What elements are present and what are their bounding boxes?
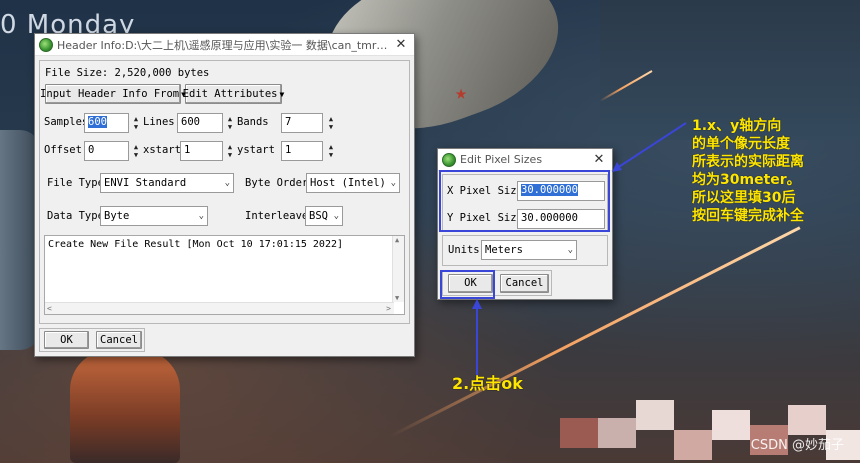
ok-highlight-box [440,270,495,299]
mosaic-block [598,418,636,448]
header-info-titlebar[interactable]: Header Info:D:\大二上机\遥感原理与应用\实验一 数据\can_t… [35,34,414,56]
close-icon[interactable]: ✕ [590,151,608,169]
ystart-label: ystart [237,144,275,156]
mosaic-block [788,405,826,435]
mosaic-block [674,430,712,460]
click-ok-note: 2.点击ok [452,374,523,393]
header-ok-button[interactable]: OK [44,331,89,349]
interleave-label: Interleave [245,210,309,222]
byte-order-label: Byte Order [245,177,309,189]
input-header-info-label: Input Header Info From [40,88,180,100]
mosaic-block [712,410,750,440]
header-cancel-button[interactable]: Cancel [96,331,142,349]
watermark: CSDN @妙茄子 [750,438,844,453]
samples-label: Samples [44,116,89,128]
ystart-spinner[interactable]: ▲ ▼ [325,141,337,161]
bands-spinner[interactable]: ▲ ▼ [325,113,337,133]
lines-label: Lines [143,116,175,128]
xstart-input[interactable]: 1 [180,141,223,161]
samples-value: 600 [88,116,107,128]
triangle-down-icon: ▼ [279,89,285,99]
ystart-input[interactable]: 1 [281,141,323,161]
byte-order-value: Host (Intel) [310,177,386,189]
chevron-down-icon: ⌄ [333,211,339,221]
scroll-right-icon[interactable]: > [386,304,391,313]
interleave-select[interactable]: BSQ ⌄ [305,206,343,226]
header-info-title: Header Info:D:\大二上机\遥感原理与应用\实验一 数据\can_t… [57,38,392,52]
chevron-down-icon: ⌄ [198,211,204,221]
close-icon[interactable]: ✕ [392,36,410,54]
lines-spinner[interactable]: ▲ ▼ [224,113,236,133]
interleave-value: BSQ [309,210,328,222]
pixel-size-note-line6: 按回车键完成补全 [692,208,804,224]
chevron-down-icon: ⌄ [224,178,230,188]
scroll-down-icon[interactable]: ▼ [395,294,399,302]
header-info-button-bar: OK Cancel [39,328,145,352]
xstart-label: xstart [143,144,181,156]
units-row: Units Meters ⌄ [442,235,608,266]
pixel-size-note-line4: 均为30meter。 [692,172,801,188]
samples-spinner[interactable]: ▲ ▼ [130,113,142,133]
samples-input[interactable]: 600 [84,113,129,133]
file-type-select[interactable]: ENVI Standard ⌄ [100,173,234,193]
units-label: Units [448,244,480,256]
data-type-label: Data Type [47,210,104,222]
chevron-down-icon: ⌄ [567,245,573,255]
header-info-body: File Size: 2,520,000 bytes Input Header … [39,60,410,324]
edit-attributes-button[interactable]: Edit Attributes ▼ [182,84,285,104]
pixel-size-note-line3: 所表示的实际距离 [692,154,804,170]
pixel-sizes-title: Edit Pixel Sizes [460,153,543,166]
horizontal-scrollbar[interactable]: < > [45,302,394,314]
scroll-up-icon[interactable]: ▲ [395,236,399,244]
input-header-info-button[interactable]: Input Header Info From ▼ [40,84,186,104]
file-type-value: ENVI Standard [104,177,187,189]
envi-app-icon [442,152,456,167]
file-type-label: File Type [47,177,104,189]
pixel-size-note-line5: 所以这里填30后 [692,190,796,206]
pixel-size-highlight-box [439,170,610,232]
star-icon: ★ [455,80,468,104]
pixel-sizes-titlebar[interactable]: Edit Pixel Sizes ✕ [438,149,612,171]
envi-app-icon [39,37,53,52]
header-info-dialog: Header Info:D:\大二上机\遥感原理与应用\实验一 数据\can_t… [34,33,415,357]
units-value: Meters [485,244,523,256]
bands-label: Bands [237,116,269,128]
offset-spinner[interactable]: ▲ ▼ [130,141,142,161]
description-textarea[interactable]: Create New File Result [Mon Oct 10 17:01… [44,235,405,315]
units-select[interactable]: Meters ⌄ [481,240,577,260]
mosaic-block [636,400,674,430]
scroll-left-icon[interactable]: < [47,304,52,313]
data-type-select[interactable]: Byte ⌄ [100,206,208,226]
mosaic-block [560,418,598,448]
xstart-spinner[interactable]: ▲ ▼ [224,141,236,161]
wallpaper-figure [70,350,180,463]
bands-input[interactable]: 7 [281,113,323,133]
pixel-size-note: 1.x、y轴方向 的单个像元长度 所表示的实际距离 均为30meter。 所以这… [692,117,804,225]
data-type-value: Byte [104,210,130,222]
edit-attributes-label: Edit Attributes [182,88,278,100]
offset-input[interactable]: 0 [84,141,129,161]
byte-order-select[interactable]: Host (Intel) ⌄ [306,173,400,193]
chevron-down-icon: ⌄ [390,178,396,188]
pixel-size-note-line2: 的单个像元长度 [692,136,790,152]
offset-label: Offset [44,144,82,156]
pixel-cancel-button[interactable]: Cancel [500,274,549,293]
file-size-text: File Size: 2,520,000 bytes [45,67,210,79]
pixel-size-note-line1: 1.x、y轴方向 [692,118,782,134]
vertical-scrollbar[interactable]: ▲ ▼ [392,236,404,302]
description-text: Create New File Result [Mon Oct 10 17:01… [48,239,344,250]
lines-input[interactable]: 600 [177,113,223,133]
